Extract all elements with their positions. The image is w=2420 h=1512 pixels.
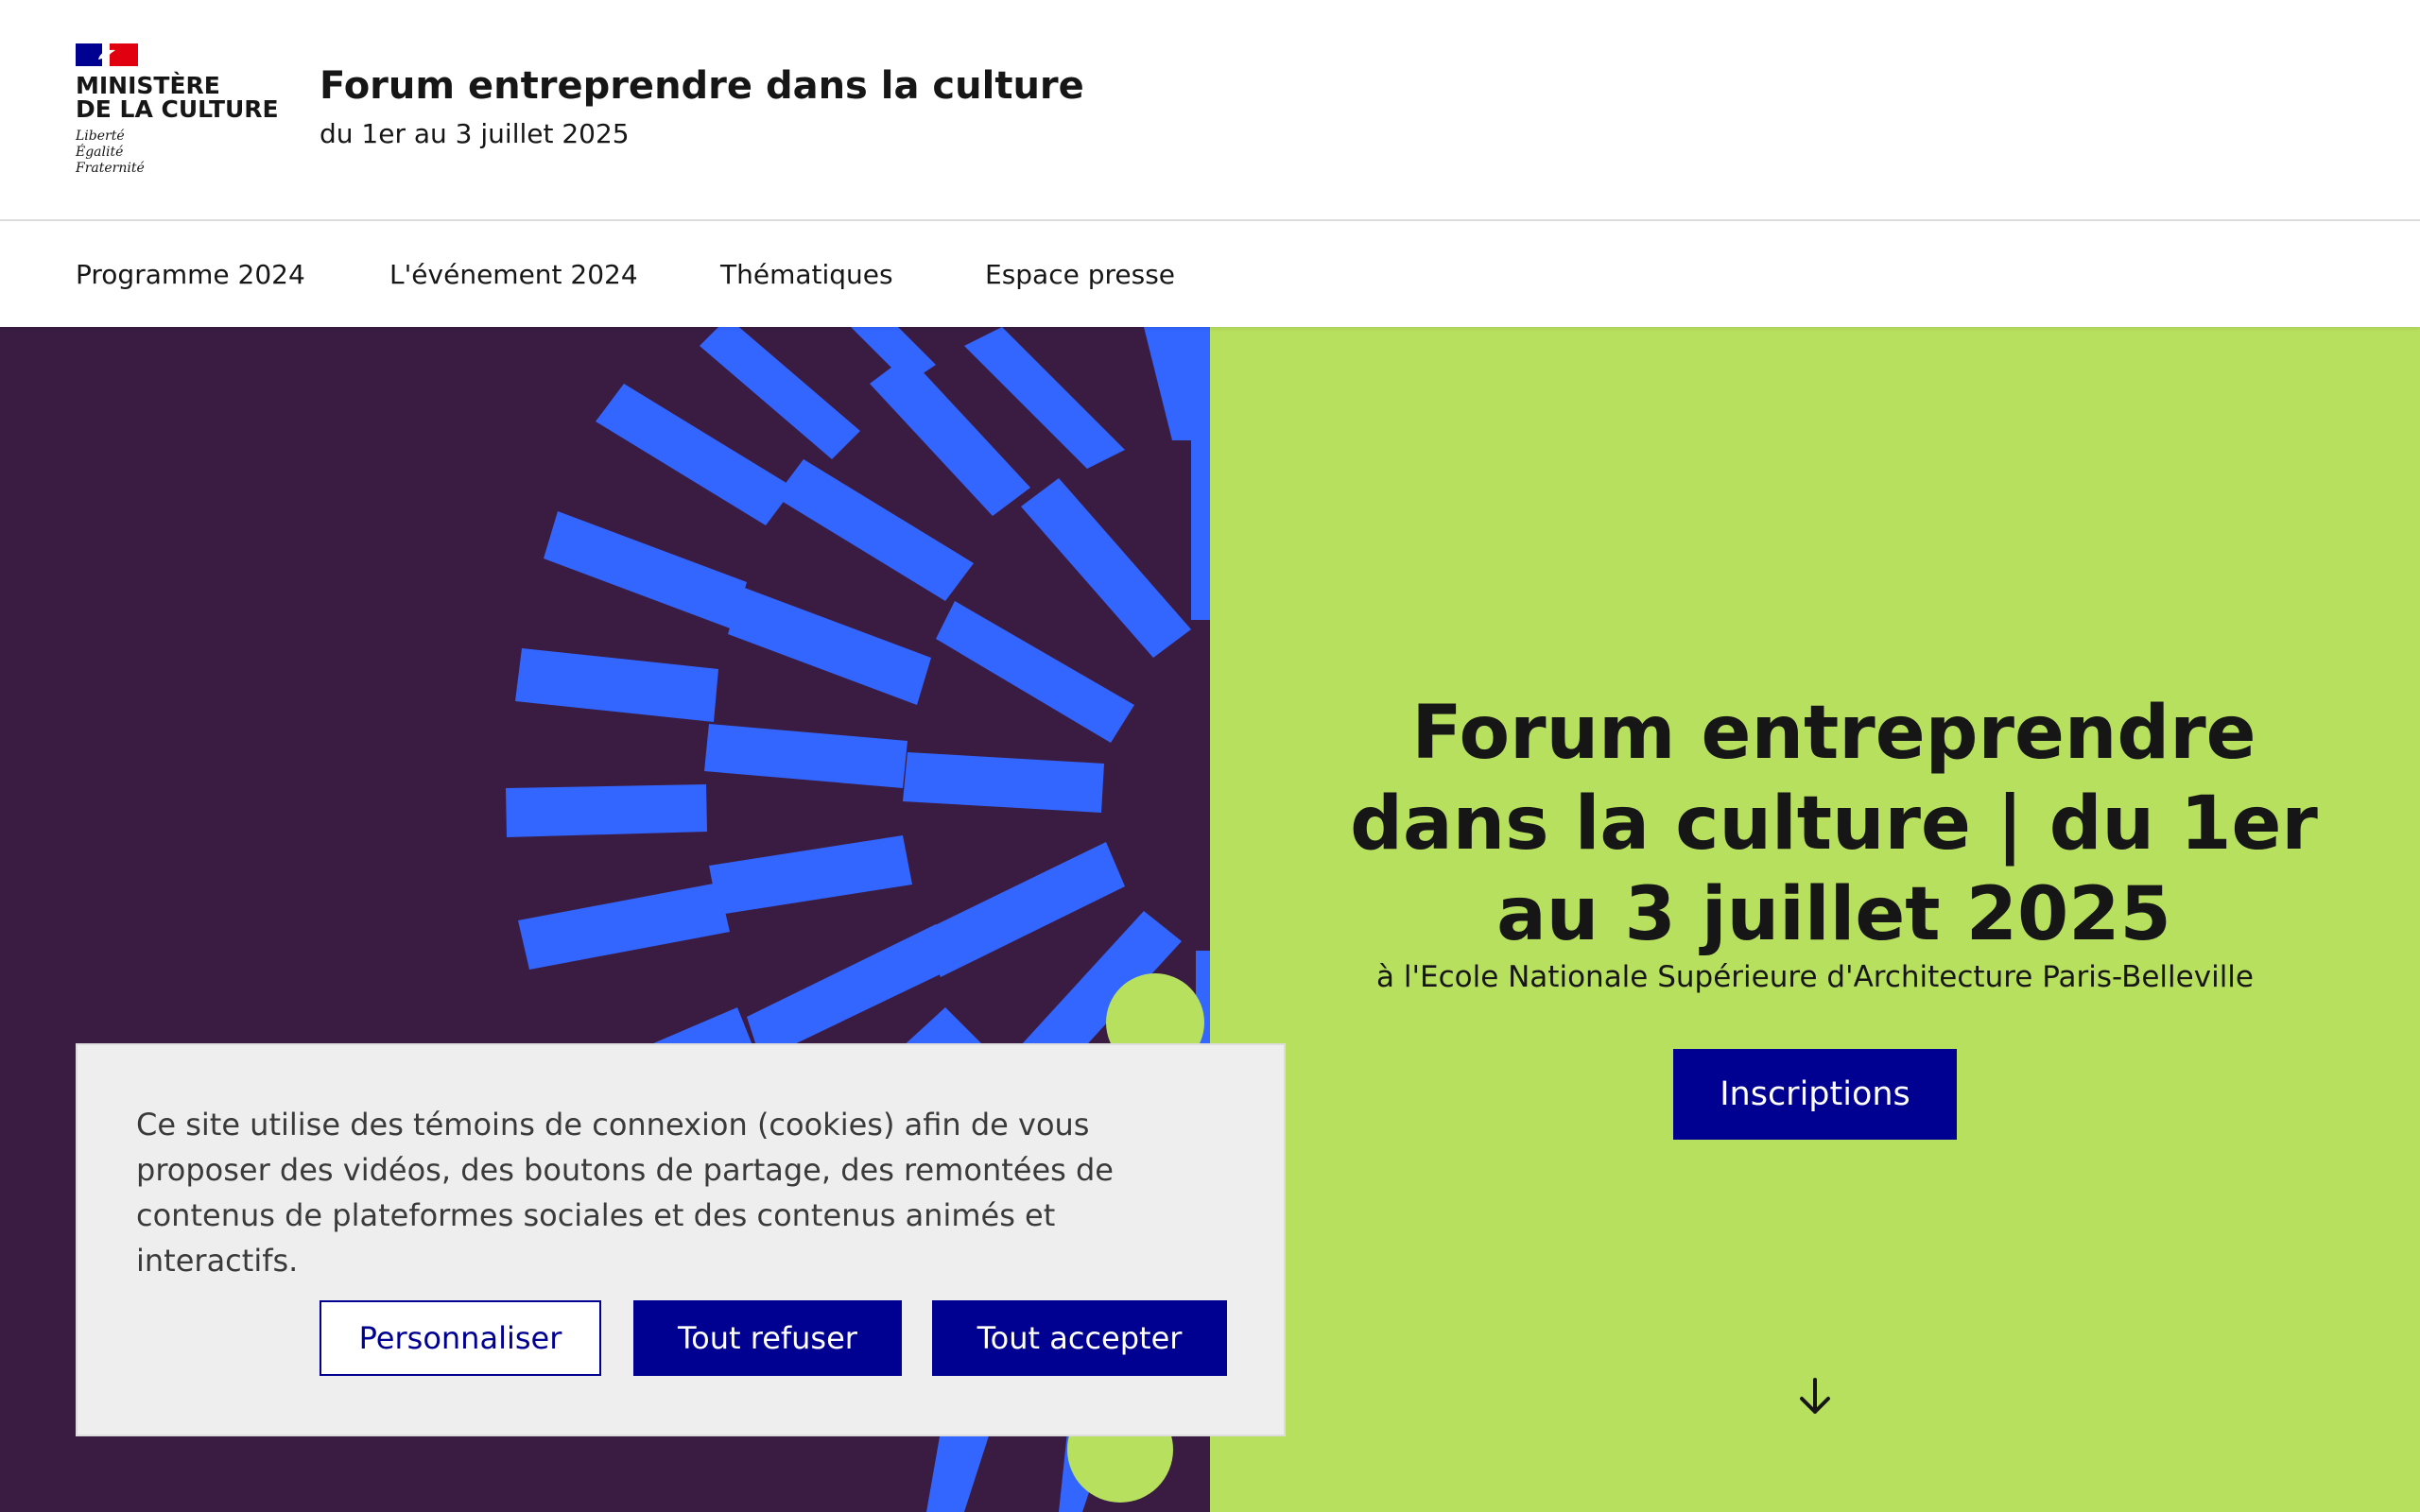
ray [518, 883, 730, 970]
nav-item-programme[interactable]: Programme 2024 [76, 259, 305, 290]
ray [936, 601, 1134, 743]
ray [515, 648, 718, 722]
ray [596, 384, 794, 525]
ray [1021, 478, 1191, 658]
ray [506, 784, 707, 837]
main-navigation: Programme 2024 L'événement 2024 Thématiq… [0, 221, 2420, 327]
ray [775, 459, 974, 601]
ministry-logo[interactable]: MINISTÈRE DE LA CULTURE Liberté Égalité … [76, 43, 279, 181]
site-header: MINISTÈRE DE LA CULTURE Liberté Égalité … [0, 0, 2420, 221]
accept-all-cookies-button[interactable]: Tout accepter [932, 1300, 1227, 1376]
ray [922, 842, 1125, 977]
nav-item-espace-presse[interactable]: Espace presse [985, 259, 1175, 290]
cookie-banner: Ce site utilise des témoins de connexion… [76, 1043, 1286, 1436]
ministry-name: MINISTÈRE DE LA CULTURE [76, 72, 279, 123]
site-title[interactable]: Forum entreprendre dans la culture [320, 64, 1084, 108]
marianne-icon [98, 49, 115, 60]
republic-motto: Liberté Égalité Fraternité [76, 129, 145, 176]
refuse-all-cookies-button[interactable]: Tout refuser [633, 1300, 902, 1376]
ray [903, 752, 1104, 813]
customize-cookies-button[interactable]: Personnaliser [320, 1300, 601, 1376]
ray [1191, 403, 1210, 620]
hero-location: à l'Ecole Nationale Supérieure d'Archite… [1376, 960, 2254, 994]
hero-title: Forum entreprendre dans la culture | du … [1323, 688, 2344, 960]
ray [728, 587, 931, 705]
ray [709, 835, 912, 915]
site-subtitle: du 1er au 3 juillet 2025 [320, 118, 630, 149]
arrow-down-icon[interactable] [1796, 1376, 1834, 1418]
nav-item-evenement[interactable]: L'événement 2024 [389, 259, 638, 290]
ray [544, 511, 747, 629]
inscriptions-button[interactable]: Inscriptions [1673, 1049, 1957, 1140]
nav-item-thematiques[interactable]: Thématiques [720, 259, 893, 290]
cookie-banner-text: Ce site utilise des témoins de connexion… [136, 1107, 1114, 1279]
ray [704, 724, 908, 788]
hero-content: Forum entreprendre dans la culture | du … [1210, 327, 2420, 1512]
ray [700, 327, 860, 459]
